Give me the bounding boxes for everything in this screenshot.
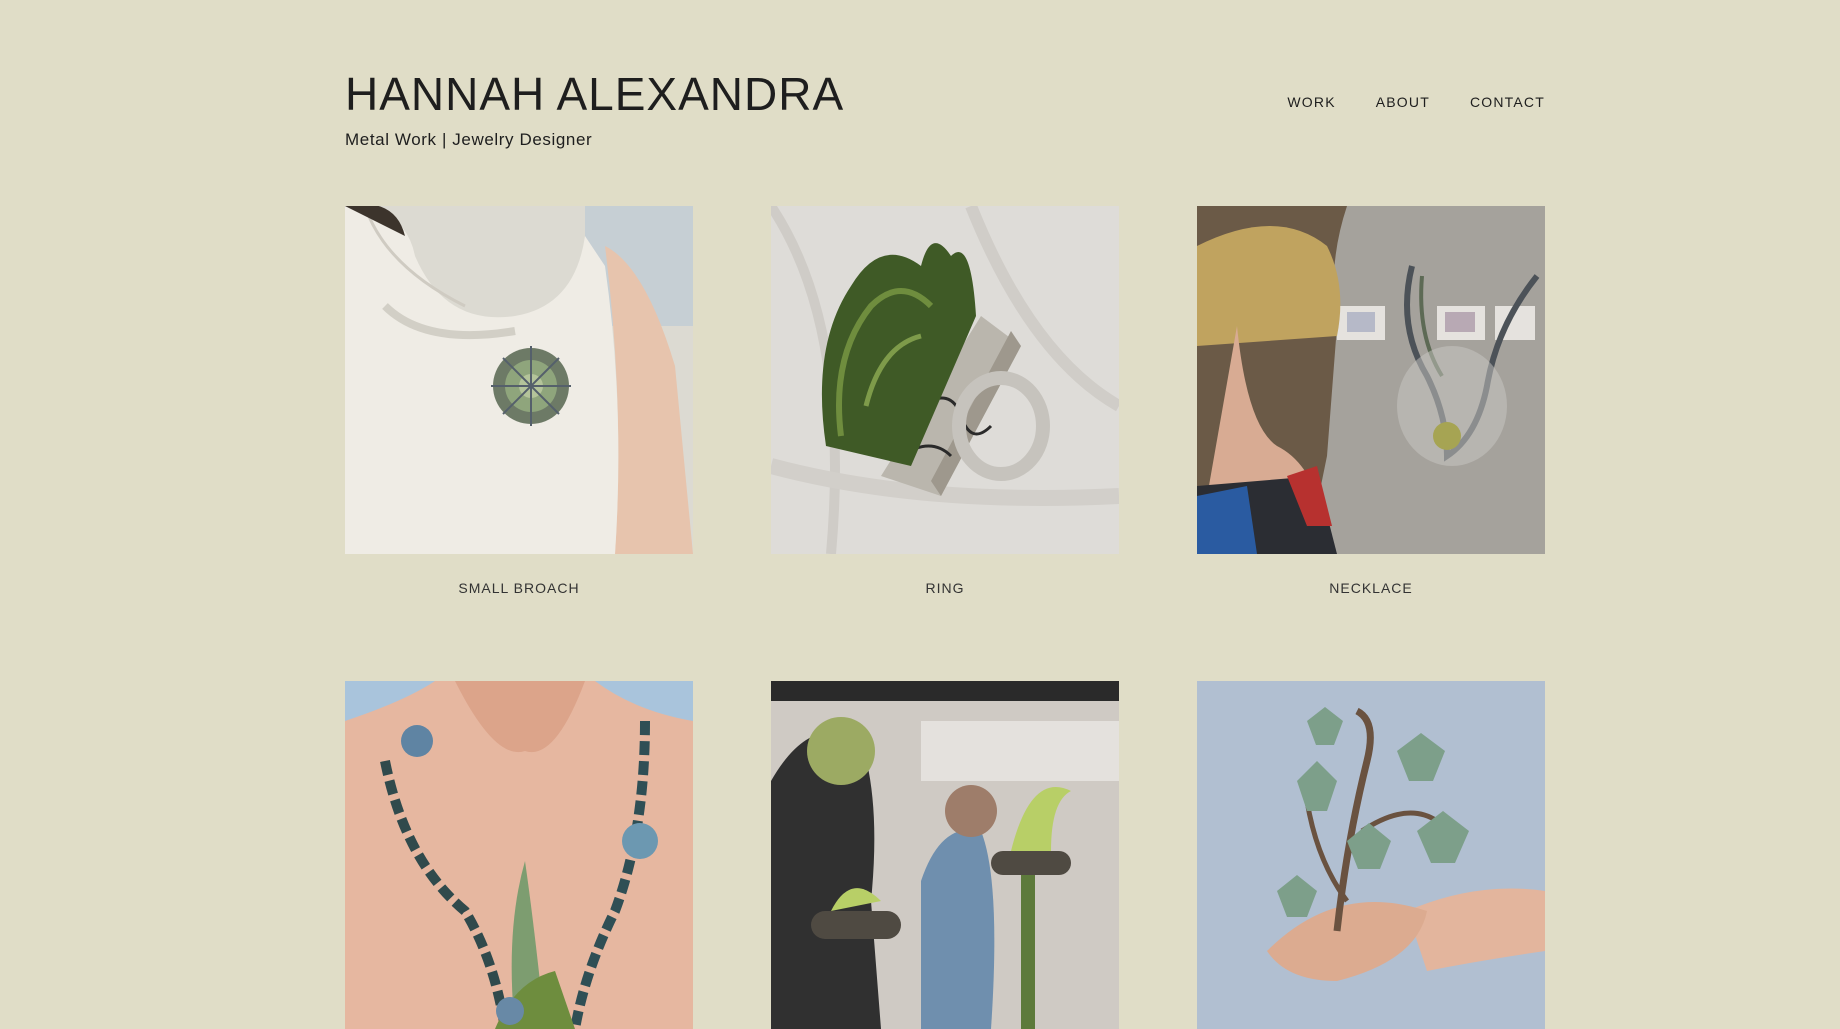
main-nav: WORK ABOUT CONTACT <box>1287 94 1545 110</box>
nav-about[interactable]: ABOUT <box>1376 94 1430 110</box>
work-tile-5[interactable] <box>771 681 1119 1029</box>
site-header: HANNAH ALEXANDRA Metal Work | Jewelry De… <box>345 64 1545 164</box>
work-tile-6[interactable] <box>1197 681 1545 1029</box>
work-tile-ring[interactable]: RING <box>771 206 1119 596</box>
work-image-ring[interactable] <box>771 206 1119 554</box>
nav-work[interactable]: WORK <box>1287 94 1335 110</box>
work-image-4[interactable] <box>345 681 693 1029</box>
site-tagline: Metal Work | Jewelry Designer <box>345 130 593 149</box>
site-title[interactable]: HANNAH ALEXANDRA <box>345 64 844 124</box>
work-caption-ring[interactable]: RING <box>771 580 1119 596</box>
work-tile-small-broach[interactable]: SMALL BROACH <box>345 206 693 596</box>
work-tile-necklace[interactable]: NECKLACE <box>1197 206 1545 596</box>
nav-contact[interactable]: CONTACT <box>1470 94 1545 110</box>
work-image-6[interactable] <box>1197 681 1545 1029</box>
work-image-small-broach[interactable] <box>345 206 693 554</box>
work-tile-4[interactable] <box>345 681 693 1029</box>
work-image-5[interactable] <box>771 681 1119 1029</box>
work-caption-necklace[interactable]: NECKLACE <box>1197 580 1545 596</box>
work-caption-small-broach[interactable]: SMALL BROACH <box>345 580 693 596</box>
work-image-necklace[interactable] <box>1197 206 1545 554</box>
